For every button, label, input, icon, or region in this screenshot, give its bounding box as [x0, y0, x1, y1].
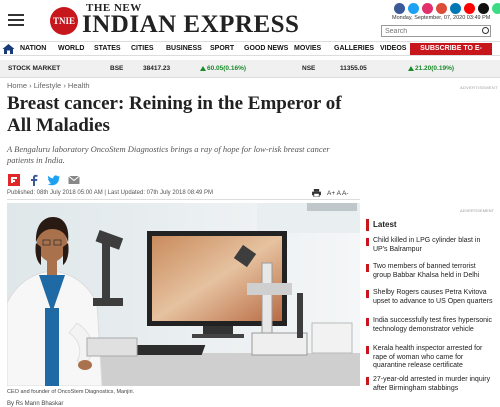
nse-up-arrow-icon: [408, 66, 414, 71]
breadcrumb-separator: ›: [29, 81, 32, 90]
latest-news-item[interactable]: Shelby Rogers causes Petra Kvitova upset…: [366, 289, 494, 315]
article-summary: A Bengaluru laboratory OncoStem Diagnost…: [7, 144, 330, 165]
facebook-icon[interactable]: [394, 3, 405, 14]
lab-scene-image: [7, 203, 360, 386]
nav-item-galleries[interactable]: GALLERIES: [334, 45, 374, 52]
nse-label: NSE: [302, 65, 316, 72]
search-input[interactable]: [381, 25, 491, 37]
latest-news-item[interactable]: Two members of banned terrorist group Ba…: [366, 263, 494, 287]
byline: By Rs Mann Bhaskar: [7, 401, 64, 407]
divider: [7, 199, 360, 200]
breadcrumb-home[interactable]: Home: [7, 81, 27, 90]
logo-mark[interactable]: TNIE: [50, 7, 78, 35]
breadcrumb-lifestyle[interactable]: Lifestyle: [34, 81, 62, 90]
ticker-label: STOCK MARKET: [8, 65, 61, 72]
nav-item-business[interactable]: BUSINESS: [166, 45, 202, 52]
google-plus-icon[interactable]: [436, 3, 447, 14]
latest-news-headline[interactable]: Child killed in LPG cylinder blast in UP…: [373, 237, 495, 254]
breadcrumb-separator: ›: [63, 81, 66, 90]
latest-news-headline[interactable]: India successfully test fires hypersonic…: [373, 317, 495, 334]
nav-item-movies[interactable]: MOVIES: [294, 45, 321, 52]
facebook-share-icon[interactable]: [28, 174, 40, 186]
advertisement-label: ADVERTISEMENT: [460, 85, 498, 90]
dateline: Monday, September, 07, 2020 03:49 PM: [392, 15, 491, 21]
news-bullet: [366, 377, 369, 385]
sidebar-advertisement-label: ADVERTISEMENT: [460, 208, 494, 213]
nav-item-world[interactable]: WORLD: [58, 45, 84, 52]
news-bullet: [366, 346, 369, 354]
subscribe-epaper-button[interactable]: SUBSCRIBE TO E-PAPER: [410, 43, 492, 64]
social-icons: [394, 3, 500, 14]
news-bullet: [366, 238, 369, 246]
font-size-controls[interactable]: A+ A A-: [327, 190, 349, 197]
nav-item-good-news[interactable]: GOOD NEWS: [244, 45, 288, 52]
apple-icon[interactable]: [478, 3, 489, 14]
date-separator: |: [104, 190, 106, 196]
nse-value: 11355.05: [340, 65, 367, 72]
youtube-icon[interactable]: [464, 3, 475, 14]
latest-news-headline[interactable]: 27-year-old arrested in murder inquiry a…: [373, 376, 495, 393]
news-bullet: [366, 290, 369, 298]
nav-item-videos[interactable]: VIDEOS: [380, 45, 406, 52]
article-photo: [7, 203, 360, 386]
latest-news-headline[interactable]: Two members of banned terrorist group Ba…: [373, 263, 495, 280]
latest-news-headline[interactable]: Shelby Rogers causes Petra Kvitova upset…: [373, 289, 495, 306]
linkedin-icon[interactable]: [450, 3, 461, 14]
latest-news-item[interactable]: 27-year-old arrested in murder inquiry a…: [366, 376, 494, 398]
nse-change: 21.20(0.19%): [415, 65, 455, 72]
news-bullet: [366, 318, 369, 326]
share-bar: [8, 174, 80, 186]
search-icon[interactable]: [482, 27, 489, 34]
bse-up-arrow-icon: [200, 66, 206, 71]
latest-news-item[interactable]: India successfully test fires hypersonic…: [366, 317, 494, 343]
latest-news-item[interactable]: Kerala health inspector arrested for rap…: [366, 345, 494, 373]
latest-news-headline[interactable]: Kerala health inspector arrested for rap…: [373, 345, 495, 371]
breadcrumb: Home › Lifestyle › Health: [7, 81, 90, 90]
bse-change: 60.05(0.16%): [207, 65, 247, 72]
nav-item-states[interactable]: STATES: [94, 45, 121, 52]
android-icon[interactable]: [492, 3, 500, 14]
print-icon[interactable]: [312, 189, 321, 197]
bse-value: 38417.23: [143, 65, 171, 72]
article-title: Breast cancer: Reining in the Emperor of…: [7, 93, 342, 136]
bse-label: BSE: [110, 65, 124, 72]
email-share-icon[interactable]: [68, 174, 80, 186]
latest-news-item[interactable]: Child killed in LPG cylinder blast in UP…: [366, 237, 494, 261]
latest-heading: Latest: [366, 219, 494, 231]
article-tools: A+ A A-: [312, 189, 349, 197]
nav-item-nation[interactable]: NATION: [20, 45, 46, 52]
flipboard-icon[interactable]: [8, 174, 20, 186]
instagram-icon[interactable]: [422, 3, 433, 14]
article-dates: Published: 08th July 2018 05:00 AM | Las…: [7, 190, 213, 196]
home-icon[interactable]: [2, 43, 15, 55]
photo-caption: CEO and founder of OncoStem Diagnostics,…: [7, 389, 135, 395]
breadcrumb-health[interactable]: Health: [68, 81, 90, 90]
twitter-icon[interactable]: [408, 3, 419, 14]
nav-item-sport[interactable]: SPORT: [210, 45, 234, 52]
logo-main-text[interactable]: INDIAN EXPRESS: [82, 11, 299, 39]
news-bullet: [366, 264, 369, 272]
stock-ticker: STOCK MARKET BSE 38417.23 60.05(0.16%) N…: [0, 60, 500, 78]
site-header: TNIE THE NEW INDIAN EXPRESS Monday, Sept…: [0, 0, 500, 40]
published-date: Published: 08th July 2018 05:00 AM: [7, 190, 103, 196]
updated-date: Last Updated: 07th July 2018 08:49 PM: [107, 190, 214, 196]
twitter-share-icon[interactable]: [48, 174, 60, 186]
nav-item-cities[interactable]: CITIES: [131, 45, 154, 52]
menu-icon[interactable]: [8, 14, 24, 27]
main-nav: NATION WORLD STATES CITIES BUSINESS SPOR…: [0, 41, 500, 64]
